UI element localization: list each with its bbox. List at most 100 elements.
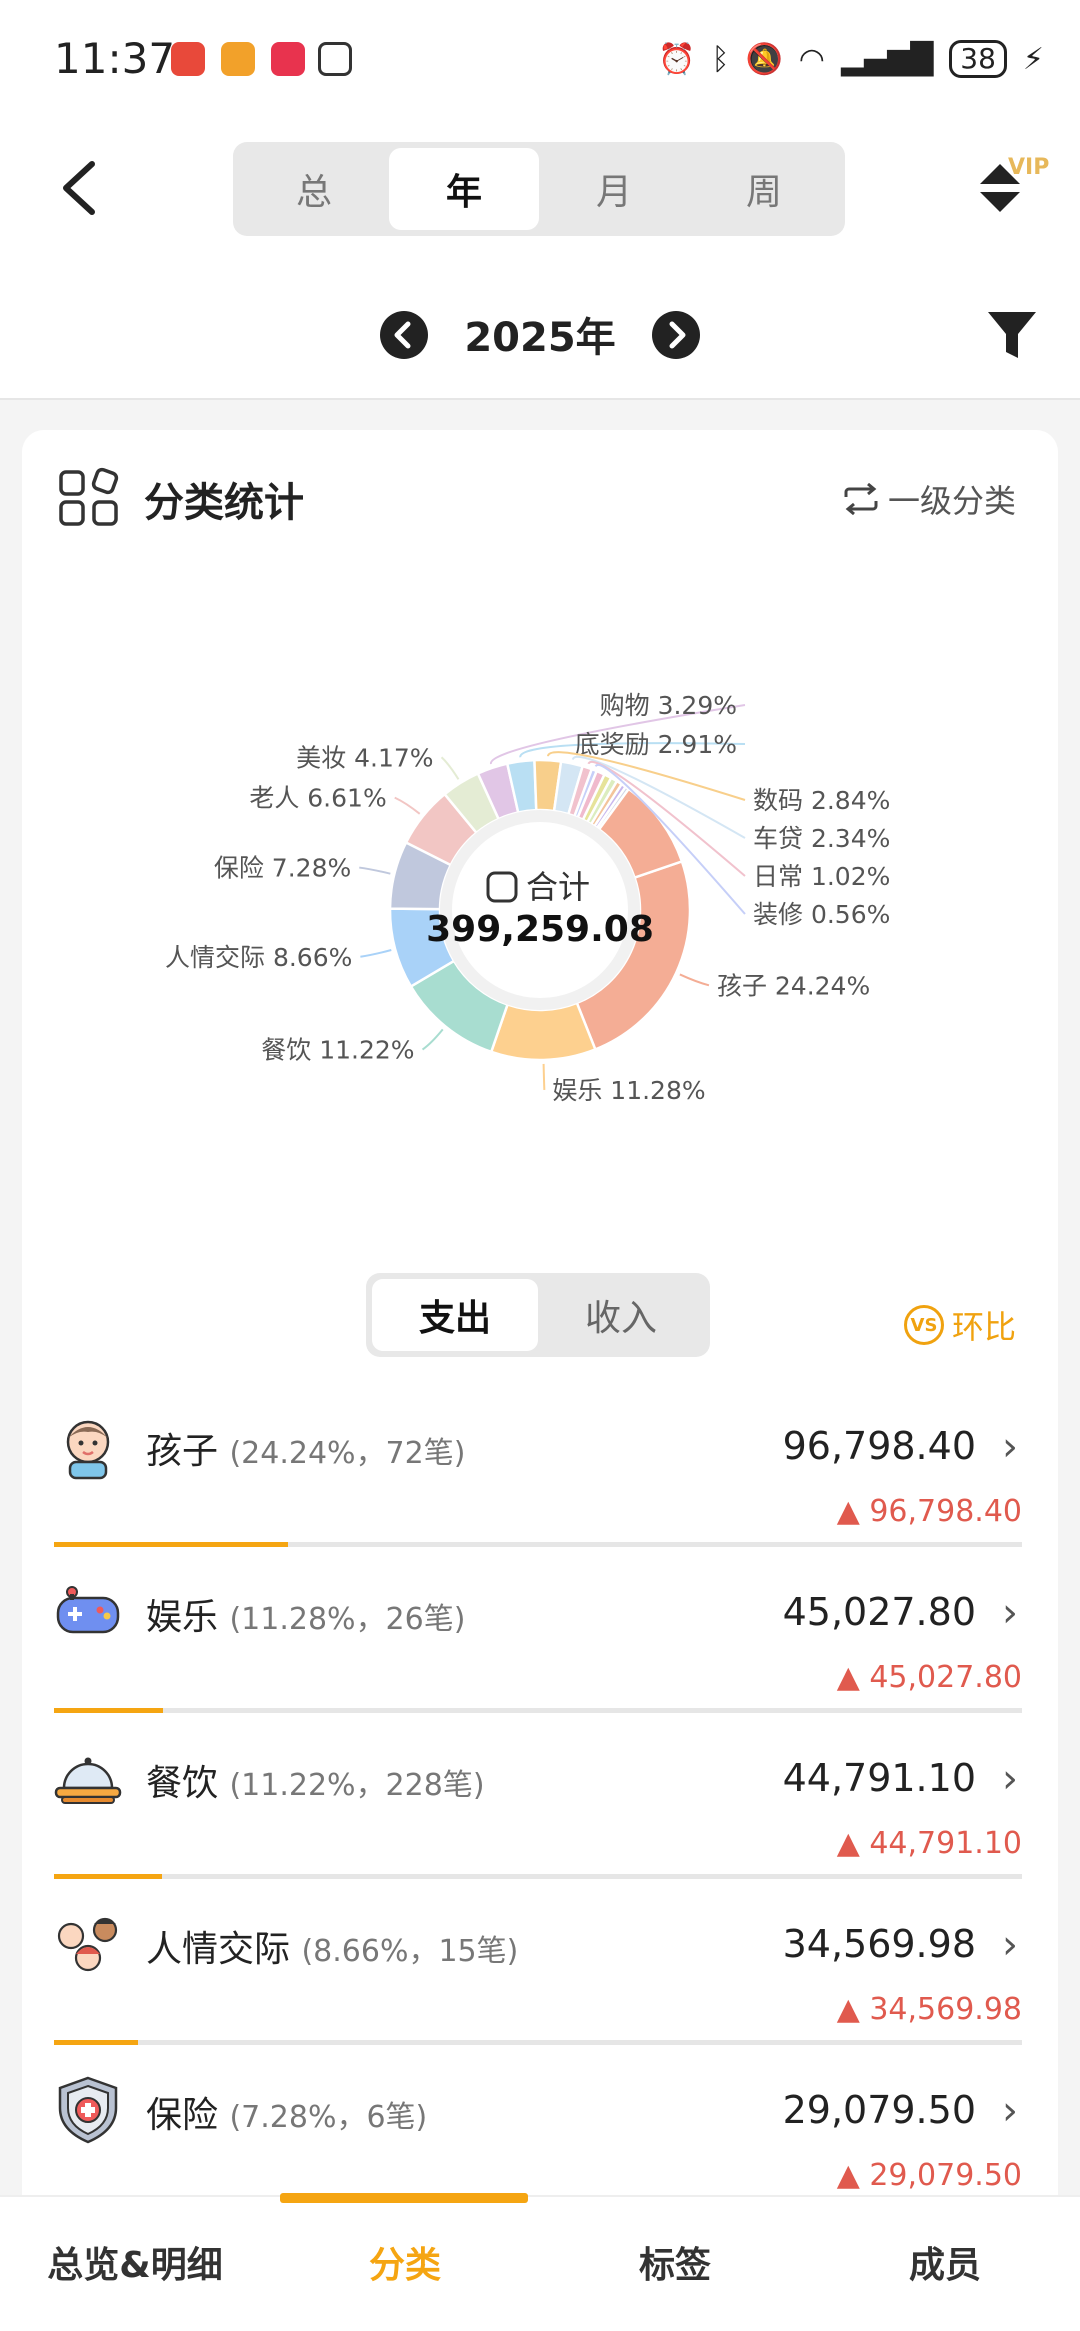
slice-label: 购物 3.29%: [600, 691, 737, 720]
insurance-shield-icon: [58, 2076, 118, 2144]
total-label: 合计: [526, 868, 590, 906]
wifi-icon: ◠: [798, 41, 825, 77]
category-donut-chart[interactable]: 孩子 24.24% 娱乐 11.28% 餐饮 11.22% 人情交际 8.66% 保险 …: [0, 600, 1080, 1220]
category-name: 孩子: [146, 1431, 219, 1472]
leader-line: [679, 973, 710, 987]
level-toggle-label: 一级分类: [888, 482, 1017, 520]
back-button[interactable]: [56, 160, 106, 216]
category-delta-value: 29,079.50: [869, 2158, 1022, 2193]
triangle-up-icon: ▲: [836, 1826, 870, 1861]
category-amount: 45,027.80: [782, 1590, 976, 1634]
nav-category[interactable]: 分类: [270, 2236, 540, 2288]
sort-vip-button[interactable]: VIP: [978, 134, 1058, 224]
category-name: 娱乐: [146, 1597, 219, 1638]
tab-year[interactable]: 年: [389, 148, 539, 230]
type-toggle: 支出 收入: [366, 1273, 710, 1357]
slice-label: 孩子 24.24%: [717, 971, 870, 1000]
tab-month[interactable]: 月: [539, 148, 689, 230]
nav-members[interactable]: 成员: [810, 2236, 1080, 2288]
people-social-icon: [57, 1917, 118, 1972]
category-delta: ▲ 29,079.50: [837, 2158, 1022, 2193]
category-meta: (24.24%，72笔): [229, 1436, 466, 1471]
swap-icon: [844, 483, 878, 515]
bluetooth-icon: ᛒ: [711, 41, 730, 77]
slice-label: 娱乐 11.28%: [552, 1076, 705, 1105]
category-name: 保险: [146, 2095, 219, 2136]
chevron-right-icon: ›: [1002, 1756, 1018, 1802]
category-meta: (11.28%，26笔): [229, 1602, 466, 1637]
compare-label: 环比: [952, 1308, 1017, 1346]
mute-icon: 🔕: [745, 41, 783, 77]
category-delta-value: 45,027.80: [869, 1660, 1022, 1695]
donut-slice[interactable]: [489, 1001, 597, 1062]
level-toggle-button[interactable]: 一级分类: [842, 476, 1016, 522]
next-year-button[interactable]: [652, 311, 700, 359]
triangle-up-icon: ▲: [836, 1992, 870, 2027]
category-row[interactable]: 餐饮 (11.22%，228笔) 44,791.10 › ▲ 44,791.10: [54, 1744, 1022, 1908]
category-progress-fill: [54, 1542, 289, 1547]
category-amount: 29,079.50: [782, 2088, 976, 2132]
category-amount: 44,791.10: [782, 1756, 976, 1800]
slice-label: 数码 2.84%: [753, 786, 890, 815]
leader-line: [394, 796, 421, 815]
chevron-right-icon: [669, 321, 686, 349]
category-delta: ▲ 96,798.40: [837, 1494, 1022, 1529]
category-progress-fill: [54, 2040, 138, 2045]
previous-year-button[interactable]: [380, 311, 428, 359]
slice-label: 老人 6.61%: [249, 784, 386, 813]
app-notification-icon: [171, 42, 205, 76]
chevron-left-icon: [394, 321, 411, 349]
nav-active-indicator: [280, 2193, 528, 2203]
nav-overview[interactable]: 总览&明细: [0, 2236, 270, 2288]
battery-icon: 38: [949, 40, 1007, 78]
category-grid-icon: [59, 467, 119, 526]
filter-button[interactable]: [986, 308, 1038, 362]
nav-tags[interactable]: 标签: [540, 2236, 810, 2288]
card-title: 分类统计: [144, 480, 304, 526]
chevron-right-icon: ›: [1002, 1922, 1018, 1968]
category-meta: (7.28%，6笔): [229, 2100, 428, 2135]
compare-button[interactable]: VS 环比: [904, 1302, 1016, 1348]
tab-expense[interactable]: 支出: [372, 1279, 538, 1351]
triangle-up-icon: ▲: [836, 2158, 870, 2193]
category-row[interactable]: 人情交际 (8.66%，15笔) 34,569.98 › ▲ 34,569.98: [54, 1910, 1022, 2074]
total-value: 399,259.08: [426, 909, 654, 950]
tab-income[interactable]: 收入: [538, 1279, 704, 1351]
category-delta-value: 96,798.40: [869, 1494, 1022, 1529]
triangle-up-icon: ▲: [836, 1494, 870, 1529]
category-row[interactable]: 孩子 (24.24%，72笔) 96,798.40 › ▲ 96,798.40: [54, 1412, 1022, 1576]
category-name: 餐饮: [146, 1763, 219, 1804]
slice-label: 装修 0.56%: [753, 900, 890, 929]
slice-label: 日常 1.02%: [753, 862, 890, 891]
tab-week[interactable]: 周: [689, 148, 839, 230]
category-delta: ▲ 34,569.98: [837, 1992, 1022, 2027]
category-progress-track: [54, 1542, 1022, 1547]
leader-line: [421, 1028, 444, 1051]
leader-line: [360, 949, 392, 958]
vip-badge: VIP: [1008, 155, 1049, 180]
app-notification-icon: [221, 42, 255, 76]
category-meta: (11.22%，228笔): [229, 1768, 485, 1803]
chevron-right-icon: ›: [1002, 1590, 1018, 1636]
tab-total[interactable]: 总: [239, 148, 389, 230]
app-notification-icon: [271, 42, 305, 76]
status-time: 11:37: [54, 34, 176, 83]
slice-label: 人情交际 8.66%: [165, 943, 352, 972]
triangle-up-icon: ▲: [836, 1660, 870, 1695]
leader-line: [359, 866, 391, 875]
gamepad-icon: [56, 1586, 120, 1634]
food-cloche-icon: [54, 1757, 122, 1804]
category-row[interactable]: 娱乐 (11.28%，26笔) 45,027.80 › ▲ 45,027.80: [54, 1578, 1022, 1742]
slice-label: 美妆 4.17%: [296, 743, 433, 772]
leader-line: [542, 1063, 546, 1090]
signal-icon: ▂▄▆█: [840, 41, 934, 77]
nfc-icon: [318, 42, 352, 76]
category-delta: ▲ 44,791.10: [837, 1826, 1022, 1861]
charging-icon: ⚡: [1022, 41, 1044, 77]
chevron-right-icon: ›: [1002, 1424, 1018, 1470]
category-progress-fill: [54, 1874, 163, 1879]
baby-icon: [66, 1420, 110, 1480]
chevron-right-icon: ›: [1002, 2088, 1018, 2134]
category-name: 人情交际: [146, 1929, 291, 1970]
slice-label: 餐饮 11.22%: [261, 1036, 414, 1065]
